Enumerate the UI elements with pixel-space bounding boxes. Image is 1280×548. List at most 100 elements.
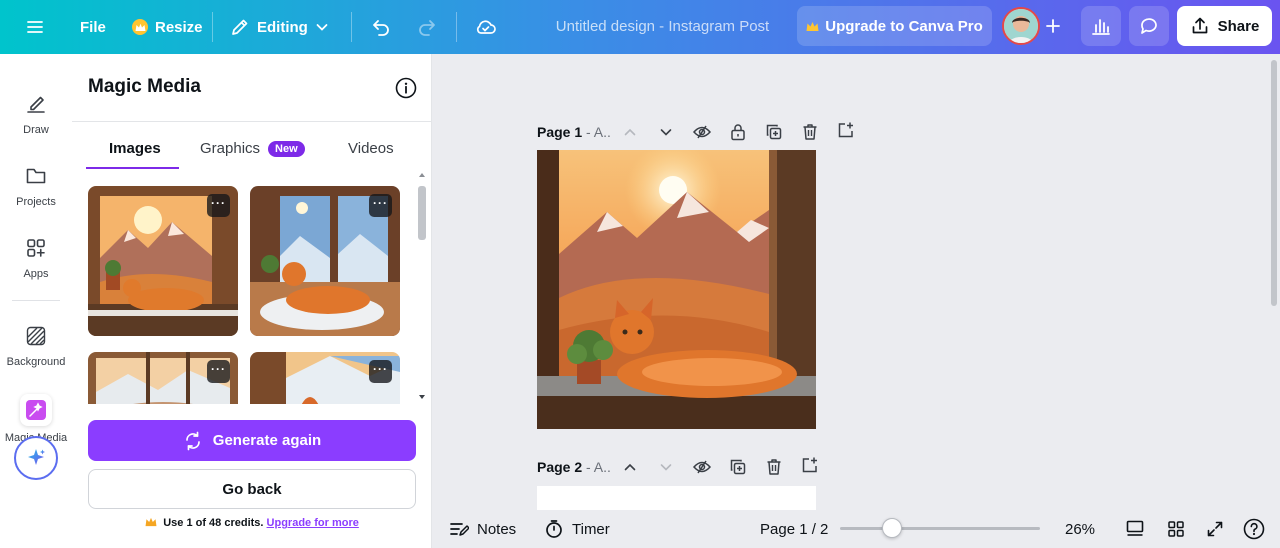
info-button[interactable] <box>395 77 417 99</box>
go-back-button[interactable]: Go back <box>88 469 416 509</box>
magic-assistant-button[interactable] <box>14 436 58 480</box>
chevron-down-icon <box>660 464 672 471</box>
generated-image[interactable]: ··· <box>88 352 238 404</box>
redo-icon <box>419 20 435 36</box>
panel-scrollbar[interactable] <box>416 172 428 404</box>
credits-info: Use 1 of 48 credits. Upgrade for more <box>72 517 432 529</box>
canvas-scrollbar[interactable] <box>1271 60 1277 306</box>
back-label: Go back <box>222 480 282 498</box>
more-options-button[interactable]: ··· <box>369 360 392 383</box>
add-page-button[interactable] <box>800 455 820 475</box>
duplicate-icon <box>730 459 746 475</box>
generated-image[interactable]: ··· <box>250 186 400 336</box>
add-collaborator-button[interactable] <box>1033 6 1073 46</box>
insights-button[interactable] <box>1081 6 1121 46</box>
timer-label: Timer <box>572 520 610 538</box>
credits-text: Use 1 of 48 credits. <box>163 517 264 529</box>
save-status-button[interactable] <box>474 0 498 54</box>
duplicate-page-button[interactable] <box>728 457 748 477</box>
editing-label: Editing <box>257 18 308 36</box>
duplicate-page-button[interactable] <box>764 122 784 142</box>
lock-icon <box>731 124 745 141</box>
notes-icon <box>450 523 469 536</box>
redo-button[interactable] <box>416 0 438 54</box>
generate-label: Generate again <box>212 432 322 449</box>
scroll-thumb[interactable] <box>418 186 426 240</box>
generated-image[interactable]: ··· <box>88 186 238 336</box>
new-badge: New <box>268 140 305 157</box>
tab-label: Images <box>109 140 161 157</box>
comment-icon <box>1141 18 1157 34</box>
magic-media-panel: Magic Media Images Graphics New Videos ·… <box>72 54 432 548</box>
tab-label: Graphics <box>200 140 261 157</box>
tab-images[interactable]: Images <box>109 140 161 157</box>
share-upload-icon <box>1192 17 1207 34</box>
info-icon <box>395 77 417 99</box>
divider <box>351 12 352 42</box>
page-title[interactable]: Page 2 - A.. <box>537 459 611 475</box>
zoom-slider[interactable] <box>840 527 1040 530</box>
move-page-up-button[interactable] <box>620 457 640 477</box>
tab-videos[interactable]: Videos <box>348 140 394 157</box>
bottom-bar: Notes Timer Page 1 / 2 26% <box>433 510 1280 548</box>
crown-icon <box>132 19 148 35</box>
add-page-button[interactable] <box>836 120 856 140</box>
file-menu[interactable]: File <box>80 0 106 54</box>
design-page-2[interactable] <box>537 486 816 510</box>
move-page-down-button[interactable] <box>656 457 676 477</box>
chevron-up-icon <box>624 463 636 471</box>
eye-slash-icon <box>692 460 712 474</box>
cat-window-artwork <box>537 150 816 429</box>
rail-item-background[interactable]: Background <box>0 322 72 368</box>
notes-button[interactable]: Notes <box>449 510 516 548</box>
share-button[interactable]: Share <box>1177 6 1272 46</box>
grid-view-button[interactable] <box>1167 510 1185 548</box>
move-page-down-button[interactable] <box>656 122 676 142</box>
editor-canvas: Page 1 - A.. Page 2 - A.. <box>433 54 1280 510</box>
more-options-button[interactable]: ··· <box>207 360 230 383</box>
crown-icon <box>145 517 157 527</box>
page-title[interactable]: Page 1 - A.. <box>537 124 611 140</box>
tab-label: Videos <box>348 140 394 157</box>
divider <box>72 121 432 122</box>
menu-button[interactable] <box>24 0 46 54</box>
more-options-button[interactable]: ··· <box>369 194 392 217</box>
tab-graphics[interactable]: Graphics New <box>200 140 305 157</box>
zoom-slider-handle[interactable] <box>882 518 902 538</box>
notes-label: Notes <box>477 520 517 538</box>
upgrade-link[interactable]: Upgrade for more <box>267 517 359 529</box>
results-grid: ··· ··· ··· ··· <box>88 186 400 404</box>
fullscreen-button[interactable] <box>1206 510 1224 548</box>
design-page-1[interactable] <box>537 150 816 429</box>
rail-item-projects[interactable]: Projects <box>0 162 72 208</box>
folder-icon <box>22 162 50 190</box>
zoom-level[interactable]: 26% <box>1065 510 1095 548</box>
rail-item-draw[interactable]: Draw <box>0 90 72 136</box>
hide-page-button[interactable] <box>692 457 712 477</box>
page-view-icon <box>1126 520 1144 536</box>
chevron-down-icon <box>660 129 672 136</box>
upgrade-button[interactable]: Upgrade to Canva Pro <box>797 6 992 46</box>
delete-page-button[interactable] <box>764 457 784 477</box>
document-title[interactable]: Untitled design - Instagram Post <box>540 0 785 54</box>
divider <box>212 12 213 42</box>
editing-mode-dropdown[interactable]: Editing <box>230 0 329 54</box>
move-page-up-button[interactable] <box>620 122 640 142</box>
page-indicator[interactable]: Page 1 / 2 <box>760 510 828 548</box>
hide-page-button[interactable] <box>692 122 712 142</box>
page-view-button[interactable] <box>1125 510 1145 548</box>
comments-button[interactable] <box>1129 6 1169 46</box>
zoom-value: 26% <box>1065 520 1096 538</box>
generated-image[interactable]: ··· <box>250 352 400 404</box>
lock-page-button[interactable] <box>728 122 748 142</box>
timer-button[interactable]: Timer <box>544 510 610 548</box>
undo-button[interactable] <box>370 0 392 54</box>
delete-page-button[interactable] <box>800 122 820 142</box>
help-button[interactable] <box>1243 510 1265 548</box>
rail-item-apps[interactable]: Apps <box>0 234 72 280</box>
resize-button[interactable]: Resize <box>132 0 203 54</box>
more-options-button[interactable]: ··· <box>207 194 230 217</box>
generate-again-button[interactable]: Generate again <box>88 420 416 461</box>
refresh-icon <box>185 431 200 450</box>
timer-icon <box>546 520 562 538</box>
